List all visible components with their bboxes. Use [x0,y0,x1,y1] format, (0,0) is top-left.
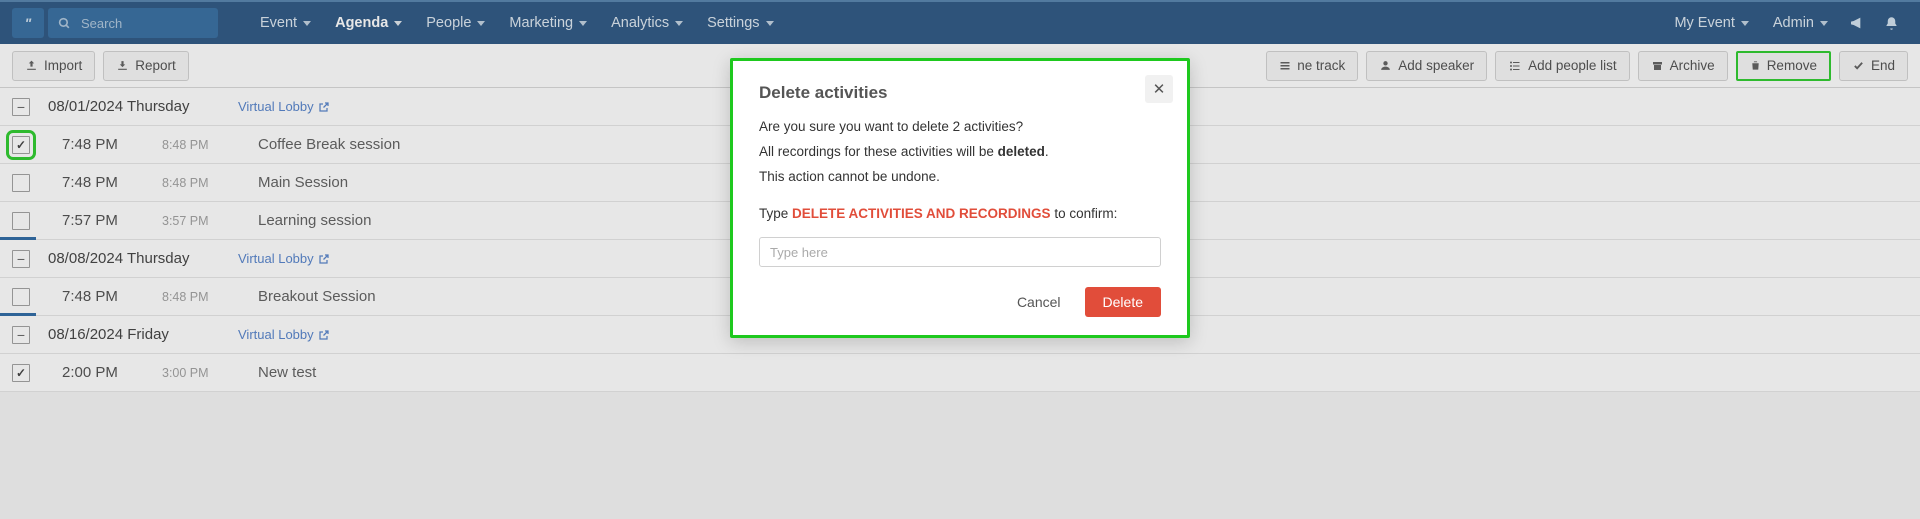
nav-item-analytics[interactable]: Analytics [599,1,695,45]
speaker-icon [1379,59,1392,72]
session-end-time: 3:57 PM [162,214,258,228]
nav-item-label: Marketing [509,15,573,31]
session-end-time: 8:48 PM [162,138,258,152]
modal-confirm-line: Type DELETE ACTIVITIES AND RECORDINGS to… [759,206,1161,221]
delete-button[interactable]: Delete [1085,287,1161,317]
session-checkbox[interactable] [12,288,30,306]
trash-icon [1750,59,1761,72]
session-title: New test [258,364,316,381]
button-label: Add people list [1528,58,1617,73]
ne-track-button[interactable]: ne track [1266,51,1358,81]
external-link-icon [318,253,330,265]
virtual-lobby-link[interactable]: Virtual Lobby [238,327,330,342]
day-date: 08/16/2024 Friday [48,326,238,343]
report-label: Report [135,58,176,73]
session-title: Coffee Break session [258,136,400,153]
download-icon [116,59,129,72]
nav-item-marketing[interactable]: Marketing [497,1,599,45]
nav-item-people[interactable]: People [414,1,497,45]
chevron-down-icon [579,21,587,26]
collapse-toggle[interactable]: − [12,326,30,344]
virtual-lobby-link[interactable]: Virtual Lobby [238,99,330,114]
end-button[interactable]: End [1839,51,1908,81]
upload-icon [25,59,38,72]
session-title: Learning session [258,212,371,229]
app-logo[interactable]: " [12,8,44,38]
nav-item-label: People [426,15,471,31]
nav-item-agenda[interactable]: Agenda [323,1,414,45]
day-date: 08/08/2024 Thursday [48,250,238,267]
chevron-down-icon [477,21,485,26]
global-search[interactable] [48,8,218,38]
session-start-time: 7:57 PM [62,212,162,229]
session-checkbox[interactable] [12,174,30,192]
chevron-down-icon [1741,21,1749,26]
modal-title: Delete activities [759,83,1161,103]
session-checkbox[interactable] [12,136,30,154]
nav-item-label: Agenda [335,15,388,31]
nav-item-event[interactable]: Event [248,1,323,45]
button-label: ne track [1297,58,1345,73]
event-switcher-label: My Event [1674,15,1734,31]
delete-activities-modal: ✕ Delete activities Are you sure you wan… [730,58,1190,338]
modal-line3: This action cannot be undone. [759,169,1161,184]
external-link-icon [318,101,330,113]
day-date: 08/01/2024 Thursday [48,98,238,115]
modal-line1: Are you sure you want to delete 2 activi… [759,119,1161,134]
user-menu[interactable]: Admin [1761,1,1840,45]
add-people-list-button[interactable]: Add people list [1495,51,1630,81]
collapse-toggle[interactable]: − [12,250,30,268]
archive-button[interactable]: Archive [1638,51,1728,81]
search-icon [58,17,71,30]
virtual-lobby-link[interactable]: Virtual Lobby [238,251,330,266]
session-start-time: 7:48 PM [62,174,162,191]
session-end-time: 8:48 PM [162,176,258,190]
chevron-down-icon [303,21,311,26]
search-input[interactable] [79,15,208,32]
check-icon [1852,60,1865,71]
button-label: End [1871,58,1895,73]
top-nav: " Event Agenda People Marketing Analytics Set… [0,0,1920,44]
session-checkbox[interactable] [12,212,30,230]
session-title: Main Session [258,174,348,191]
chevron-down-icon [766,21,774,26]
nav-item-settings[interactable]: Settings [695,1,785,45]
button-label: Remove [1767,58,1817,73]
session-start-time: 7:48 PM [62,288,162,305]
confirm-input[interactable] [759,237,1161,267]
list-icon [1508,60,1522,72]
bell-icon[interactable] [1874,1,1908,45]
chevron-down-icon [675,21,683,26]
event-switcher[interactable]: My Event [1662,1,1760,45]
user-menu-label: Admin [1773,15,1814,31]
button-label: Add speaker [1398,58,1474,73]
remove-button[interactable]: Remove [1736,51,1831,81]
nav-item-label: Analytics [611,15,669,31]
session-start-time: 2:00 PM [62,364,162,381]
import-button[interactable]: Import [12,51,95,81]
session-end-time: 3:00 PM [162,366,258,380]
button-label: Archive [1670,58,1715,73]
collapse-toggle[interactable]: − [12,98,30,116]
announce-icon[interactable] [1840,1,1874,45]
session-end-time: 8:48 PM [162,290,258,304]
track-icon [1279,60,1291,72]
report-button[interactable]: Report [103,51,189,81]
session-start-time: 7:48 PM [62,136,162,153]
chevron-down-icon [1820,21,1828,26]
nav-item-label: Settings [707,15,759,31]
modal-line2: All recordings for these activities will… [759,144,1161,159]
session-row[interactable]: 2:00 PM3:00 PMNew test [0,354,1920,392]
chevron-down-icon [394,21,402,26]
session-checkbox[interactable] [12,364,30,382]
session-title: Breakout Session [258,288,376,305]
import-label: Import [44,58,82,73]
archive-icon [1651,60,1664,72]
nav-item-label: Event [260,15,297,31]
external-link-icon [318,329,330,341]
add-speaker-button[interactable]: Add speaker [1366,51,1487,81]
cancel-button[interactable]: Cancel [1011,293,1067,311]
close-icon[interactable]: ✕ [1145,75,1173,103]
